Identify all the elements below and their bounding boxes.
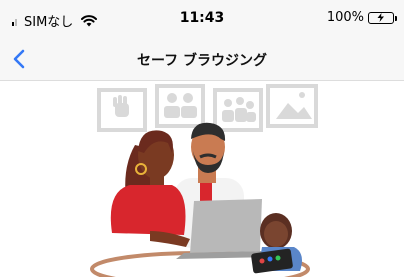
battery-percent: 100% (326, 10, 364, 25)
safe-browsing-illustration (90, 84, 318, 277)
status-bar: SIMなし 11:43 100% (0, 0, 404, 38)
frame-icons (113, 92, 312, 122)
battery-charging-icon (368, 11, 397, 24)
battery-group: 100% (326, 10, 397, 25)
page-title: セーフ ブラウジング (136, 53, 268, 69)
navigation-bar: セーフ ブラウジング (0, 38, 404, 81)
